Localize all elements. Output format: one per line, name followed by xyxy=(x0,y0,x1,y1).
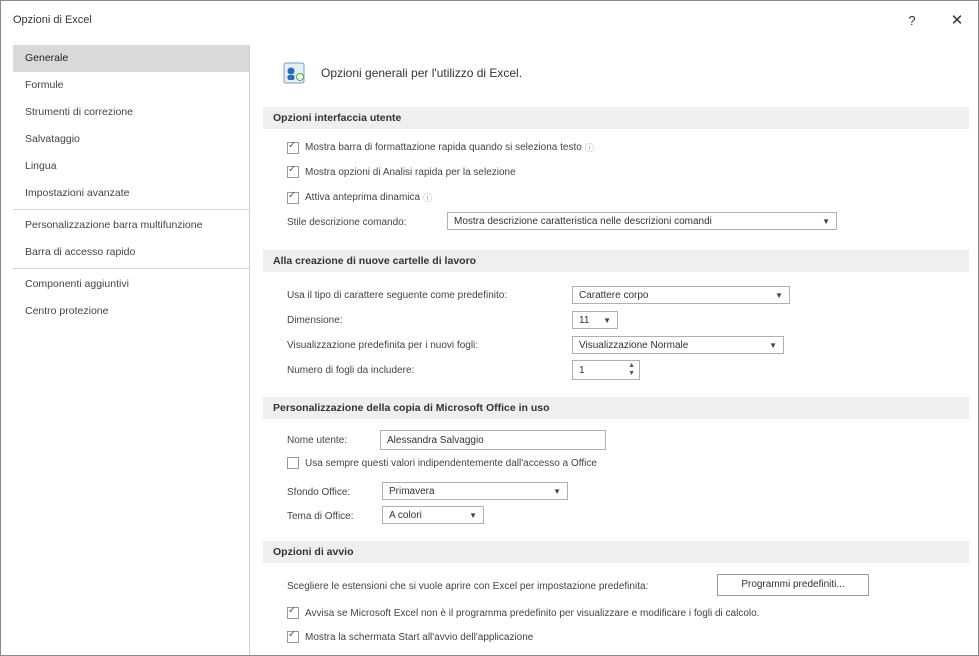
dropdown-value: Carattere corpo xyxy=(579,290,649,301)
quick-analysis-option[interactable]: Mostra opzioni di Analisi rapida per la … xyxy=(287,164,516,178)
sheets-count-stepper[interactable]: 1 ▲ ▼ xyxy=(572,360,640,380)
section-new-workbook: Alla creazione di nuove cartelle di lavo… xyxy=(263,250,969,272)
chevron-down-icon: ▼ xyxy=(775,291,783,300)
option-label: Mostra opzioni di Analisi rapida per la … xyxy=(305,166,516,178)
font-label: Usa il tipo di carattere seguente come p… xyxy=(287,290,508,301)
chevron-down-icon: ▼ xyxy=(553,487,561,496)
office-theme-label: Tema di Office: xyxy=(287,511,354,522)
checkbox[interactable] xyxy=(287,605,299,619)
sidebar-item-generale[interactable]: Generale xyxy=(13,45,249,72)
info-icon: ⓘ xyxy=(423,193,433,203)
section-title: Opzioni di avvio xyxy=(273,546,354,558)
dropdown-value: Visualizzazione Normale xyxy=(579,340,689,351)
chevron-down-icon: ▼ xyxy=(822,217,830,226)
page-header: Opzioni generali per l'utilizzo di Excel… xyxy=(281,55,522,91)
show-start-option[interactable]: Mostra la schermata Start all'avvio dell… xyxy=(287,629,534,643)
option-label: Usa sempre questi valori indipendentemen… xyxy=(305,457,597,469)
dialog-title: Opzioni di Excel xyxy=(13,14,92,26)
section-startup: Opzioni di avvio xyxy=(263,541,969,563)
dropdown-value: Mostra descrizione caratteristica nelle … xyxy=(454,216,712,227)
username-field[interactable]: Alessandra Salvaggio xyxy=(380,430,606,450)
chevron-down-icon: ▼ xyxy=(469,511,477,520)
size-dropdown[interactable]: 11 ▼ xyxy=(572,311,618,329)
stepper-value: 1 xyxy=(579,365,585,376)
sidebar-item-personalizzazione-barra[interactable]: Personalizzazione barra multifunzione xyxy=(13,212,249,239)
sidebar-item-barra-accesso-rapido[interactable]: Barra di accesso rapido xyxy=(13,239,249,266)
section-title: Alla creazione di nuove cartelle di lavo… xyxy=(273,255,477,267)
default-view-label: Visualizzazione predefinita per i nuovi … xyxy=(287,340,479,351)
mini-toolbar-option[interactable]: Mostra barra di formattazione rapida qua… xyxy=(287,140,594,154)
section-personalize: Personalizzazione della copia di Microso… xyxy=(263,397,969,419)
help-button[interactable]: ? xyxy=(901,10,923,32)
sidebar-divider xyxy=(13,268,249,269)
font-dropdown[interactable]: Carattere corpo ▼ xyxy=(572,286,790,304)
dropdown-value: 11 xyxy=(579,315,590,326)
section-ui-options: Opzioni interfaccia utente xyxy=(263,107,969,129)
sidebar-item-componenti-aggiuntivi[interactable]: Componenti aggiuntivi xyxy=(13,271,249,298)
live-preview-option[interactable]: Attiva anteprima dinamica ⓘ xyxy=(287,190,433,204)
default-view-dropdown[interactable]: Visualizzazione Normale ▼ xyxy=(572,336,784,354)
spinner-arrows-icon[interactable]: ▲ ▼ xyxy=(628,362,635,378)
title-bar: Opzioni di Excel ? ✕ xyxy=(1,1,978,39)
sheets-count-label: Numero di fogli da includere: xyxy=(287,365,415,376)
username-label: Nome utente: xyxy=(287,435,348,446)
option-label: Attiva anteprima dinamica xyxy=(305,192,421,203)
dropdown-value: A colori xyxy=(389,510,422,521)
sidebar-item-formule[interactable]: Formule xyxy=(13,72,249,99)
checkbox[interactable] xyxy=(287,629,299,643)
chevron-down-icon: ▼ xyxy=(769,341,777,350)
page-title: Opzioni generali per l'utilizzo di Excel… xyxy=(321,66,523,80)
warn-default-option[interactable]: Avvisa se Microsoft Excel non è il progr… xyxy=(287,605,760,619)
options-dialog: Opzioni di Excel ? ✕ Generale Formule St… xyxy=(0,0,979,656)
sidebar-item-centro-protezione[interactable]: Centro protezione xyxy=(13,298,249,325)
chevron-down-icon: ▼ xyxy=(603,316,611,325)
tooltip-style-label: Stile descrizione comando: xyxy=(287,217,407,228)
main-panel: Opzioni generali per l'utilizzo di Excel… xyxy=(263,45,969,655)
section-title: Opzioni interfaccia utente xyxy=(273,112,402,124)
sidebar-item-impostazioni-avanzate[interactable]: Impostazioni avanzate xyxy=(13,180,249,207)
checkbox[interactable] xyxy=(287,457,299,469)
close-button[interactable]: ✕ xyxy=(945,10,969,32)
sidebar-divider xyxy=(13,209,249,210)
sidebar: Generale Formule Strumenti di correzione… xyxy=(13,45,250,655)
always-use-option[interactable]: Usa sempre questi valori indipendentemen… xyxy=(287,457,597,469)
option-label: Mostra barra di formattazione rapida qua… xyxy=(305,142,582,153)
option-label: Avvisa se Microsoft Excel non è il progr… xyxy=(305,607,760,619)
option-label: Mostra la schermata Start all'avvio dell… xyxy=(305,631,534,643)
sidebar-item-strumenti-correzione[interactable]: Strumenti di correzione xyxy=(13,99,249,126)
sidebar-item-salvataggio[interactable]: Salvataggio xyxy=(13,126,249,153)
sidebar-item-lingua[interactable]: Lingua xyxy=(13,153,249,180)
dropdown-value: Primavera xyxy=(389,486,435,497)
options-icon xyxy=(283,62,305,84)
size-label: Dimensione: xyxy=(287,315,343,326)
default-programs-button[interactable]: Programmi predefiniti... xyxy=(717,574,869,596)
checkbox[interactable] xyxy=(287,140,299,154)
section-title: Personalizzazione della copia di Microso… xyxy=(273,402,550,414)
default-extensions-label: Scegliere le estensioni che si vuole apr… xyxy=(287,581,649,592)
checkbox[interactable] xyxy=(287,190,299,204)
office-background-dropdown[interactable]: Primavera ▼ xyxy=(382,482,568,500)
checkbox[interactable] xyxy=(287,164,299,178)
tooltip-style-dropdown[interactable]: Mostra descrizione caratteristica nelle … xyxy=(447,212,837,230)
office-background-label: Sfondo Office: xyxy=(287,487,351,498)
field-value: Alessandra Salvaggio xyxy=(387,435,484,446)
info-icon: ⓘ xyxy=(584,143,594,153)
office-theme-dropdown[interactable]: A colori ▼ xyxy=(382,506,484,524)
